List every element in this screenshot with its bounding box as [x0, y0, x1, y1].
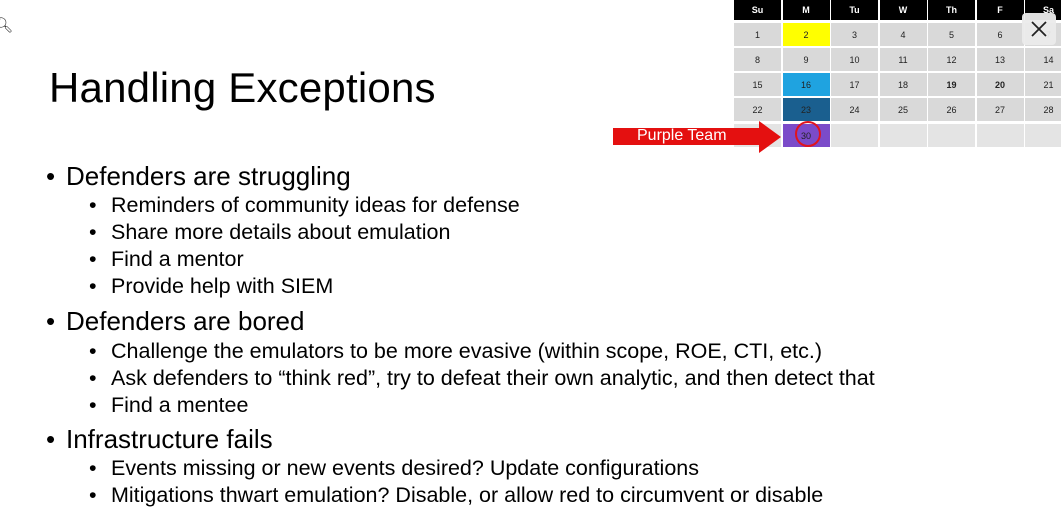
calendar-day-cell-highlighted: 30 — [782, 121, 830, 147]
calendar-day-cell: 6 — [976, 23, 1024, 46]
arrow-head-icon — [759, 121, 781, 153]
calendar-day-cell: 25 — [879, 98, 927, 121]
calendar-day-cell: 14 — [1025, 48, 1061, 71]
calendar-day-cell: 11 — [879, 48, 927, 71]
calendar-day-header: Th — [928, 0, 975, 20]
calendar-day-cell: 17 — [831, 73, 878, 96]
calendar-day-cell: 8 — [734, 48, 781, 71]
slide-title: Handling Exceptions — [49, 64, 436, 111]
calendar-day-cell: 1 — [734, 23, 781, 46]
calendar-day-cell: 18 — [879, 73, 927, 96]
calendar-day-cell — [928, 124, 975, 147]
highlight-circle — [794, 121, 821, 147]
calendar-day-header: Su — [734, 0, 781, 20]
close-icon — [1031, 21, 1047, 37]
calendar-day-cell: 3 — [831, 23, 878, 46]
calendar-day-cell: 20 — [976, 73, 1024, 96]
calendar-day-cell: 24 — [831, 98, 878, 121]
calendar-day-cell: 15 — [734, 73, 781, 96]
calendar-day-cell: 27 — [976, 98, 1024, 121]
calendar-day-cell: 2 — [782, 23, 830, 46]
calendar-header-row: Su M Tu W Th F Sa — [734, 0, 1061, 23]
calendar-day-cell: 21 — [1025, 73, 1061, 96]
calendar-day-cell: 13 — [976, 48, 1024, 71]
calendar-day-cell: 16 — [782, 73, 830, 96]
calendar-day-cell — [1025, 124, 1061, 147]
calendar-day-cell: 22 — [734, 98, 781, 121]
calendar-day-cell: 9 — [782, 48, 830, 71]
calendar-day-cell: 28 — [1025, 98, 1061, 121]
calendar-day-cell — [831, 124, 878, 147]
calendar-day-header: M — [782, 0, 830, 20]
callout-label: Purple Team — [637, 127, 727, 144]
calendar-day-cell: 12 — [928, 48, 975, 71]
calendar-day-header: W — [879, 0, 927, 20]
purple-team-callout: Purple Team — [613, 121, 783, 153]
calendar-day-header: F — [976, 0, 1024, 20]
calendar-day-cell: 19 — [928, 73, 975, 96]
calendar-day-header: Tu — [831, 0, 878, 20]
calendar-week-row: 8 9 10 11 12 13 14 — [734, 48, 1061, 71]
calendar-day-cell: 5 — [928, 23, 975, 46]
calendar-week-row: 15 16 17 18 19 20 21 — [734, 73, 1061, 96]
calendar-day-cell: 23 — [782, 98, 830, 121]
calendar-day-cell: 10 — [831, 48, 878, 71]
calendar-week-row: 30 — [734, 121, 1061, 147]
close-button[interactable] — [1022, 13, 1056, 45]
calendar-day-cell — [976, 124, 1024, 147]
calendar-day-cell — [879, 124, 927, 147]
calendar-week-row: 22 23 24 25 26 27 28 — [734, 98, 1061, 121]
calendar-week-row: 1 2 3 4 5 6 7 — [734, 23, 1061, 46]
calendar-graphic: Su M Tu W Th F Sa 1 2 3 4 5 6 7 8 9 10 1… — [734, 0, 1061, 150]
search-icon: 🔍︎ — [0, 17, 14, 34]
calendar-day-cell: 4 — [879, 23, 927, 46]
calendar-day-cell: 26 — [928, 98, 975, 121]
